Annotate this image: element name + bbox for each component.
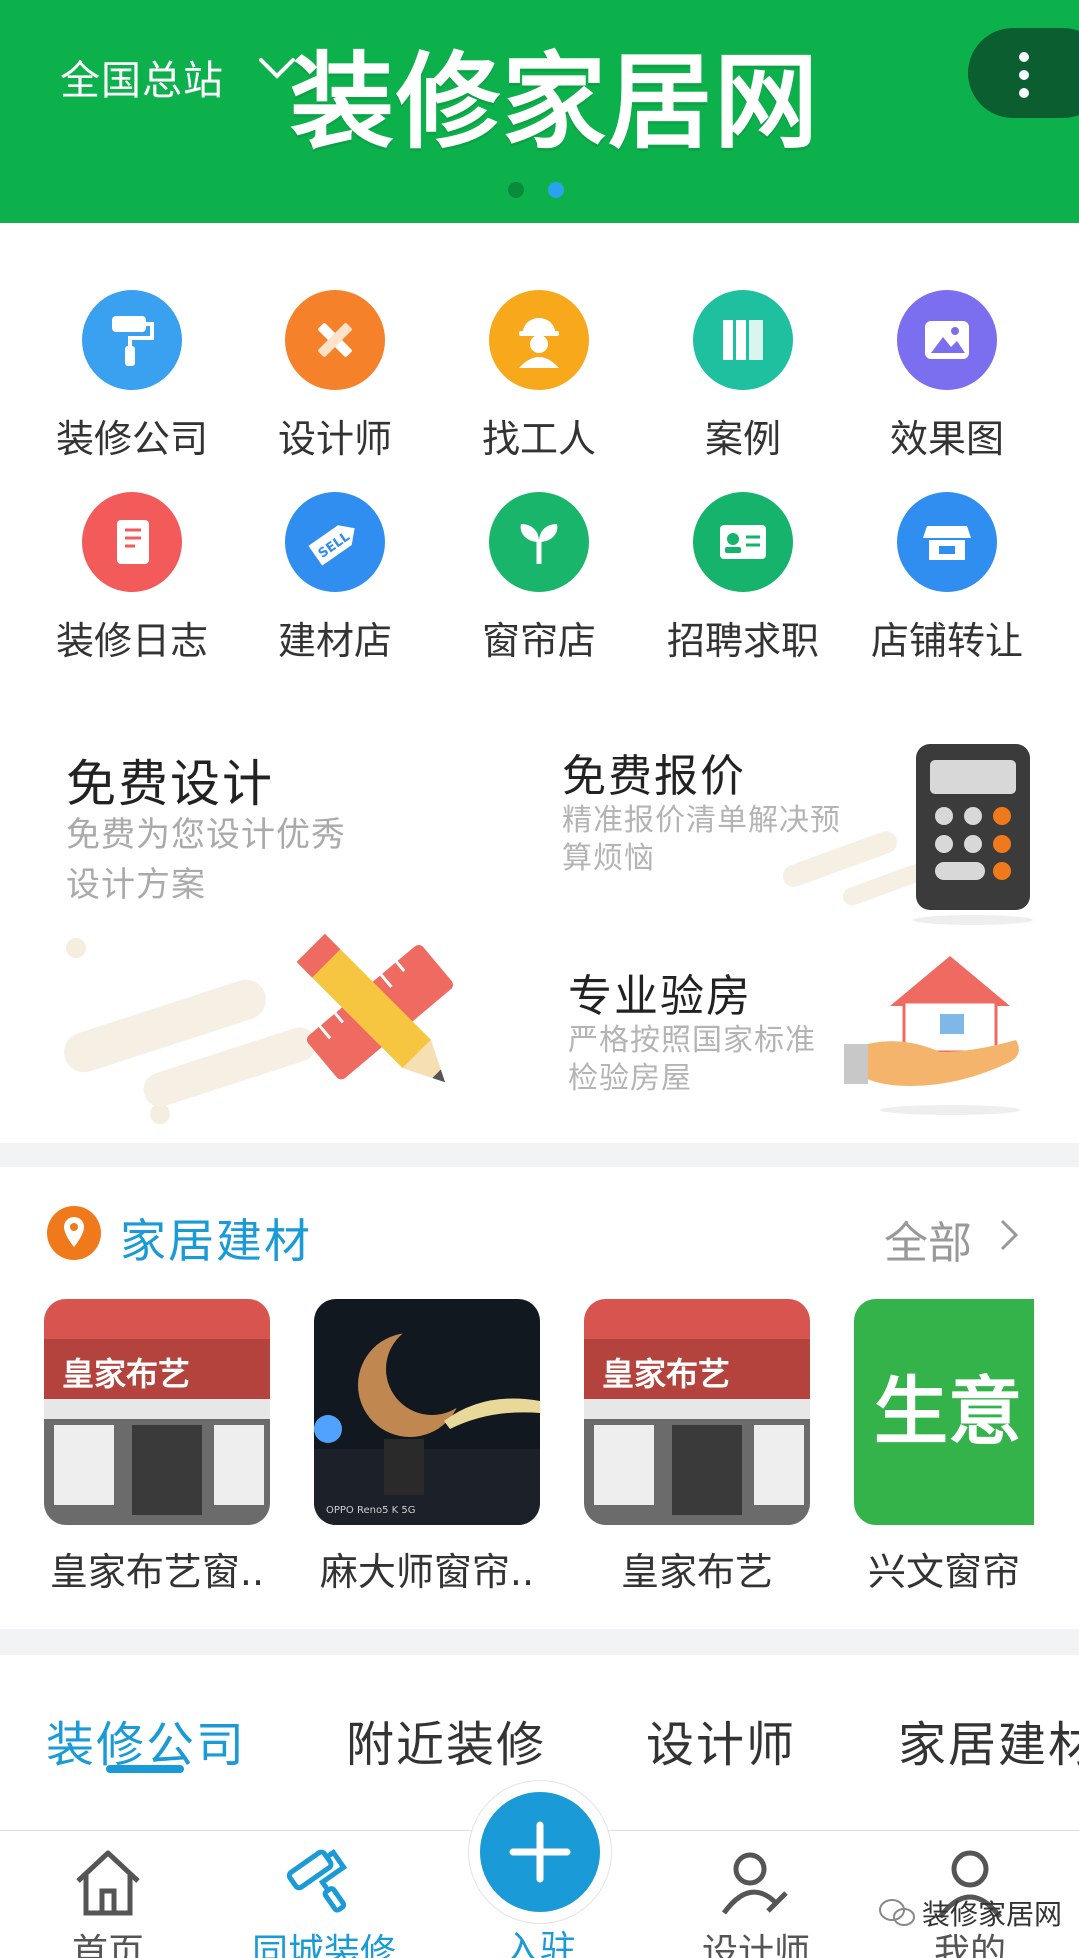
nav-label: 同城装修 — [251, 1932, 396, 1958]
house-in-hand-illustration — [844, 956, 1020, 1115]
shop-name: 兴文窗帘 — [868, 1550, 1021, 1594]
promo-house-inspection[interactable]: 专业验房 严格按照国家标准 检验房屋 — [540, 950, 1060, 1140]
shop-photo: 皇家布艺 — [584, 1299, 810, 1525]
category-label: 店铺转让 — [870, 619, 1023, 663]
paint-roller-icon — [82, 290, 182, 390]
paint-roller-icon — [244, 1831, 404, 1921]
category-decoration-company[interactable]: 装修公司 — [32, 290, 232, 463]
shop-photo: 生意 — [854, 1299, 1034, 1525]
category-label: 装修日志 — [55, 619, 208, 663]
header-banner[interactable]: 全国总站 装修家居网 — [0, 0, 1079, 223]
category-curtain-store[interactable]: 窗帘店 — [439, 492, 639, 665]
category-find-worker[interactable]: 找工人 — [439, 290, 639, 463]
category-label: 案例 — [704, 417, 781, 461]
brand-logo: 装修家居网 — [290, 41, 821, 163]
category-label: 效果图 — [889, 417, 1004, 461]
nav-home[interactable]: 首页 — [28, 1831, 188, 1958]
category-label: 招聘求职 — [666, 619, 819, 663]
category-label: 设计师 — [277, 417, 392, 461]
promo-desc-line: 免费为您设计优秀 — [66, 815, 346, 855]
plus-icon — [509, 1821, 571, 1883]
id-card-icon — [693, 492, 793, 592]
shop-sign-text: 皇家布艺 — [602, 1355, 730, 1393]
shop-name: 皇家布艺 — [620, 1550, 773, 1594]
shop-sign-text: 生意 — [874, 1369, 1022, 1455]
promo-title: 免费报价 — [562, 751, 746, 802]
more-dots-icon-dot — [1019, 88, 1029, 98]
calculator-illustration — [782, 744, 1033, 925]
shop-card[interactable]: 生意 兴文窗帘 — [854, 1299, 1034, 1596]
promo-title: 免费设计 — [66, 755, 274, 813]
category-renderings[interactable]: 效果图 — [847, 290, 1047, 463]
designer-icon — [676, 1831, 836, 1921]
tab-nearby[interactable]: 附近装修 — [346, 1705, 546, 1775]
home-icon — [28, 1831, 188, 1921]
photo-watermark-text: OPPO Reno5 K 5G — [326, 1505, 415, 1516]
shop-photo: 皇家布艺 — [44, 1299, 270, 1525]
wechat-icon — [879, 1899, 915, 1926]
category-shop-transfer[interactable]: 店铺转让 — [847, 492, 1047, 665]
view-all-link[interactable]: 全部 — [884, 1207, 972, 1271]
worker-icon — [489, 290, 589, 390]
notebook-icon — [82, 492, 182, 592]
promo-desc-line: 严格按照国家标准 — [568, 1023, 816, 1058]
join-label: 入驻 — [503, 1929, 576, 1958]
nav-label: 设计师 — [701, 1932, 810, 1958]
store-icon — [897, 492, 997, 592]
pencil-ruler-illustration — [64, 933, 453, 1124]
nav-designer[interactable]: 设计师 — [676, 1831, 836, 1958]
shop-card[interactable]: OPPO Reno5 K 5G 麻大师窗帘.. — [314, 1299, 540, 1596]
category-jobs[interactable]: 招聘求职 — [643, 492, 843, 665]
category-cases[interactable]: 案例 — [643, 290, 843, 463]
tab-designer[interactable]: 设计师 — [646, 1705, 796, 1775]
category-material-store[interactable]: SELL 建材店 — [235, 492, 435, 665]
promo-desc-line: 检验房屋 — [568, 1061, 692, 1096]
image-icon — [897, 290, 997, 390]
join-button[interactable] — [480, 1792, 600, 1912]
location-pin-icon — [47, 1206, 101, 1260]
pencil-ruler-icon — [285, 290, 385, 390]
wechat-watermark: 装修家居网 — [878, 1893, 1062, 1933]
nav-local-renovation[interactable]: 同城装修 — [244, 1831, 404, 1958]
promo-desc-line: 设计方案 — [66, 865, 206, 905]
books-icon — [693, 290, 793, 390]
sell-tag-icon: SELL — [285, 492, 385, 592]
category-label: 装修公司 — [55, 417, 208, 461]
category-label: 建材店 — [277, 619, 392, 663]
carousel-dot[interactable] — [508, 182, 524, 198]
city-selector[interactable]: 全国总站 — [60, 48, 224, 106]
chevron-right-icon[interactable] — [996, 1217, 1020, 1253]
category-renovation-diary[interactable]: 装修日志 — [32, 492, 232, 665]
tab-home-materials[interactable]: 家居建材 — [898, 1705, 1079, 1775]
promo-title: 专业验房 — [568, 971, 752, 1022]
category-designer[interactable]: 设计师 — [235, 290, 435, 463]
home-materials-section: 家居建材 全部 皇家布艺 皇家布艺窗.. OPPO Reno5 K 5G 麻大师… — [0, 1167, 1079, 1629]
promo-free-quote[interactable]: 免费报价 精准报价清单解决预 算烦恼 — [540, 730, 1060, 930]
shop-card[interactable]: 皇家布艺 皇家布艺窗.. — [44, 1299, 270, 1596]
sprout-icon — [489, 492, 589, 592]
category-label: 找工人 — [481, 417, 596, 461]
shop-sign-text: 皇家布艺 — [62, 1355, 190, 1393]
promo-desc-line: 算烦恼 — [562, 841, 655, 876]
more-dots-icon-dot — [1019, 70, 1029, 80]
carousel-dot-active[interactable] — [548, 182, 564, 198]
nav-label: 首页 — [71, 1932, 144, 1958]
active-tab-indicator — [106, 1765, 184, 1773]
carousel-indicator — [508, 182, 564, 198]
more-dots-icon — [1019, 52, 1029, 62]
section-title: 家居建材 — [120, 1214, 312, 1268]
shop-photo: OPPO Reno5 K 5G — [314, 1299, 540, 1525]
shop-name: 皇家布艺窗.. — [49, 1550, 265, 1594]
category-label: 窗帘店 — [481, 619, 596, 663]
watermark-text: 装修家居网 — [922, 1898, 1063, 1931]
shop-card[interactable]: 皇家布艺 皇家布艺 — [584, 1299, 810, 1596]
promo-free-design[interactable]: 免费设计 免费为您设计优秀 设计方案 — [40, 720, 520, 1140]
shop-name: 麻大师窗帘.. — [319, 1550, 535, 1594]
